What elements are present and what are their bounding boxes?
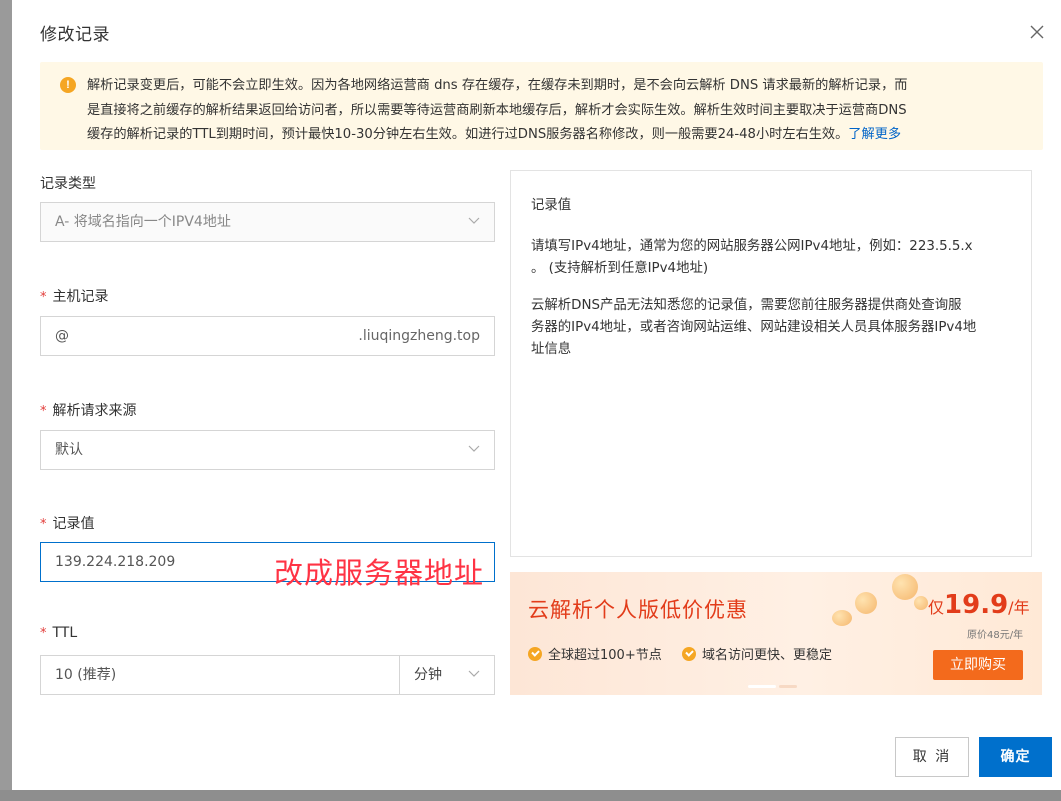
edit-record-dialog: 修改记录 ! 解析记录变更后，可能不会立即生效。因为各地网络运营商 dns 存在… <box>12 0 1061 790</box>
feature-2-text: 域名访问更快、更稳定 <box>702 648 833 663</box>
ttl-value: 10 (推荐) <box>55 667 117 683</box>
required-mark: * <box>40 626 47 641</box>
notice-line-2: 是直接将之前缓存的解析结果返回给访问者，所以需要等待运营商刷新本地缓存后，解析才… <box>87 102 907 118</box>
coin-decoration <box>832 610 852 626</box>
chevron-down-icon <box>468 217 480 224</box>
record-type-value: A- 将域名指向一个IPV4地址 <box>55 214 231 230</box>
coin-decoration <box>855 592 877 614</box>
promo-feature-1: 全球超过100+节点 <box>528 644 662 663</box>
warning-icon: ! <box>60 77 76 93</box>
required-mark: * <box>40 290 47 305</box>
source-label-text: 解析请求来源 <box>52 403 137 419</box>
modal-backdrop-bottom <box>0 790 1061 801</box>
notice-line-3-text: 缓存的解析记录的TTL到期时间，预计最快10-30分钟左右生效。如进行过DNS服… <box>87 127 849 142</box>
host-input[interactable]: @ .liuqingzheng.top <box>40 316 495 356</box>
check-badge-icon <box>682 647 696 661</box>
help-p2-line1: 云解析DNS产品无法知悉您的记录值，需要您前往服务器提供商处查询服 <box>531 298 962 313</box>
check-badge-icon <box>528 647 542 661</box>
required-mark: * <box>40 404 47 419</box>
close-icon[interactable] <box>1027 22 1047 42</box>
ttl-input[interactable]: 10 (推荐) <box>40 655 400 695</box>
host-label-text: 主机记录 <box>52 289 109 305</box>
help-p2-line3: 址信息 <box>531 342 572 357</box>
promo-price: 仅19.9/年 <box>928 590 1030 620</box>
promo-banner[interactable]: 云解析个人版低价优惠 仅19.9/年 原价48元/年 全球超过100+节点 域名… <box>510 572 1042 695</box>
record-value-text: 139.224.218.209 <box>55 554 176 570</box>
help-paragraph-2: 云解析DNS产品无法知悉您的记录值，需要您前往服务器提供商处查询服 务器的IPv… <box>531 295 1011 361</box>
record-type-select[interactable]: A- 将域名指向一个IPV4地址 <box>40 202 495 242</box>
source-value: 默认 <box>55 442 83 458</box>
help-title: 记录值 <box>531 198 572 213</box>
price-value: 19.9 <box>944 590 1009 620</box>
buy-now-button[interactable]: 立即购买 <box>933 650 1023 680</box>
modal-backdrop <box>0 0 12 801</box>
record-value-help-panel: 记录值 请填写IPv4地址，通常为您的网站服务器公网IPv4地址，例如：223.… <box>510 170 1032 557</box>
record-type-label: 记录类型 <box>40 176 96 192</box>
cancel-button[interactable]: 取 消 <box>895 737 969 777</box>
carousel-dot-active[interactable] <box>748 685 776 688</box>
carousel-dot[interactable] <box>779 685 797 688</box>
help-p1-line2: 。 (支持解析到任意IPv4地址) <box>531 261 709 276</box>
notice-line-3: 缓存的解析记录的TTL到期时间，预计最快10-30分钟左右生效。如进行过DNS服… <box>87 123 1027 148</box>
propagation-notice: ! 解析记录变更后，可能不会立即生效。因为各地网络运营商 dns 存在缓存，在缓… <box>40 62 1043 150</box>
ttl-label-text: TTL <box>52 625 78 641</box>
ttl-unit-value: 分钟 <box>414 667 442 683</box>
price-prefix: 仅 <box>928 598 945 617</box>
learn-more-link[interactable]: 了解更多 <box>848 127 901 142</box>
help-p2-line2: 务器的IPv4地址，或者咨询网站运维、网站建设相关人员具体服务器IPv4地 <box>531 320 977 335</box>
chevron-down-icon <box>468 445 480 452</box>
red-annotation: 改成服务器地址 <box>274 556 485 590</box>
feature-1-text: 全球超过100+节点 <box>548 648 662 663</box>
dialog-title: 修改记录 <box>40 25 110 45</box>
notice-line-1: 解析记录变更后，可能不会立即生效。因为各地网络运营商 dns 存在缓存，在缓存未… <box>87 78 908 93</box>
chevron-down-icon <box>468 670 480 677</box>
original-price: 原价48元/年 <box>967 630 1024 641</box>
source-select[interactable]: 默认 <box>40 430 495 470</box>
domain-suffix: .liuqingzheng.top <box>358 328 480 344</box>
source-label: * 解析请求来源 <box>40 400 137 420</box>
coin-decoration <box>914 596 928 610</box>
host-value: @ <box>55 328 69 344</box>
help-paragraph-1: 请填写IPv4地址，通常为您的网站服务器公网IPv4地址，例如：223.5.5.… <box>531 236 1011 280</box>
promo-title: 云解析个人版低价优惠 <box>528 598 748 622</box>
required-mark: * <box>40 517 47 532</box>
record-value-label: * 记录值 <box>40 513 95 533</box>
ttl-label: * TTL <box>40 625 77 641</box>
coin-decoration <box>892 574 918 600</box>
record-value-label-text: 记录值 <box>52 516 95 532</box>
carousel-dots[interactable] <box>748 676 800 695</box>
help-p1-line1: 请填写IPv4地址，通常为您的网站服务器公网IPv4地址，例如：223.5.5.… <box>531 239 973 254</box>
ttl-unit-select[interactable]: 分钟 <box>399 655 495 695</box>
confirm-button[interactable]: 确定 <box>979 737 1052 777</box>
price-suffix: /年 <box>1008 598 1030 617</box>
promo-feature-2: 域名访问更快、更稳定 <box>682 644 832 663</box>
host-label: * 主机记录 <box>40 286 109 306</box>
